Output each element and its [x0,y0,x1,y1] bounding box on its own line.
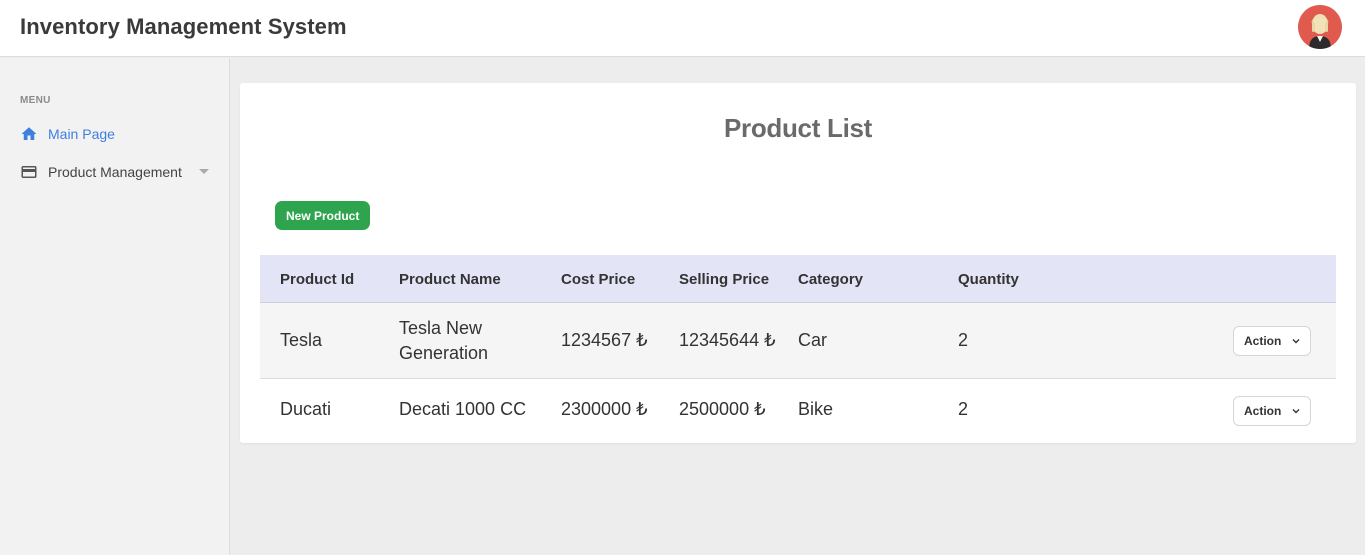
chevron-down-icon [1292,339,1300,344]
column-header: Product Id [280,271,355,288]
home-icon [20,125,38,143]
cell-cost-price: 2300000 ₺ [561,399,648,419]
cell-selling-price: 2500000 ₺ [679,399,766,419]
avatar-icon [1298,5,1342,49]
cell-product-name: Decati 1000 CC [399,399,527,419]
column-header: Product Name [399,271,501,288]
chevron-down-icon [199,169,209,174]
table-header: Product Id Product Name Cost Price Selli… [260,255,1336,303]
menu-label: MENU [20,95,51,106]
action-label: Action [1244,404,1282,418]
app-title: Inventory Management System [20,14,347,39]
cell-product-name: Tesla New Generation [399,318,489,363]
new-product-button[interactable]: New Product [275,201,371,230]
column-header: Selling Price [679,271,770,288]
cell-selling-price: 12345644 ₺ [679,330,776,350]
column-header: Cost Price [561,271,636,288]
card-icon [20,163,38,181]
cell-quantity: 2 [958,399,969,419]
sidebar: MENU Main Page Product Management [0,58,230,555]
cell-product-id: Tesla [280,330,323,350]
action-label: Action [1244,334,1282,348]
sidebar-item-label: Main Page [48,126,115,142]
sidebar-item-product-management[interactable]: Product Management [0,155,229,189]
cell-category: Bike [798,399,834,419]
column-header: Category [798,271,864,288]
sidebar-item-label: Product Management [48,164,182,180]
cell-cost-price: 1234567 ₺ [561,330,648,350]
cell-product-id: Ducati [280,399,332,419]
top-bar: Inventory Management System [0,0,1365,57]
action-dropdown-button[interactable]: Action [1233,326,1311,356]
cell-quantity: 2 [958,330,969,350]
sidebar-item-main-page[interactable]: Main Page [0,117,229,151]
action-dropdown-button[interactable]: Action [1233,396,1311,426]
cell-category: Car [798,330,828,350]
table-row: Tesla Tesla New Generation 1234567 ₺ 123… [260,303,1336,379]
user-avatar[interactable] [1298,5,1342,49]
column-header: Quantity [958,271,1019,288]
page-title: Product List [723,113,873,143]
chevron-down-icon [1292,409,1300,414]
product-table: Product Id Product Name Cost Price Selli… [260,255,1336,443]
product-list-card: Product List New Product Product Id Prod… [240,83,1356,443]
table-row: Ducati Decati 1000 CC 2300000 ₺ 2500000 … [260,379,1336,443]
